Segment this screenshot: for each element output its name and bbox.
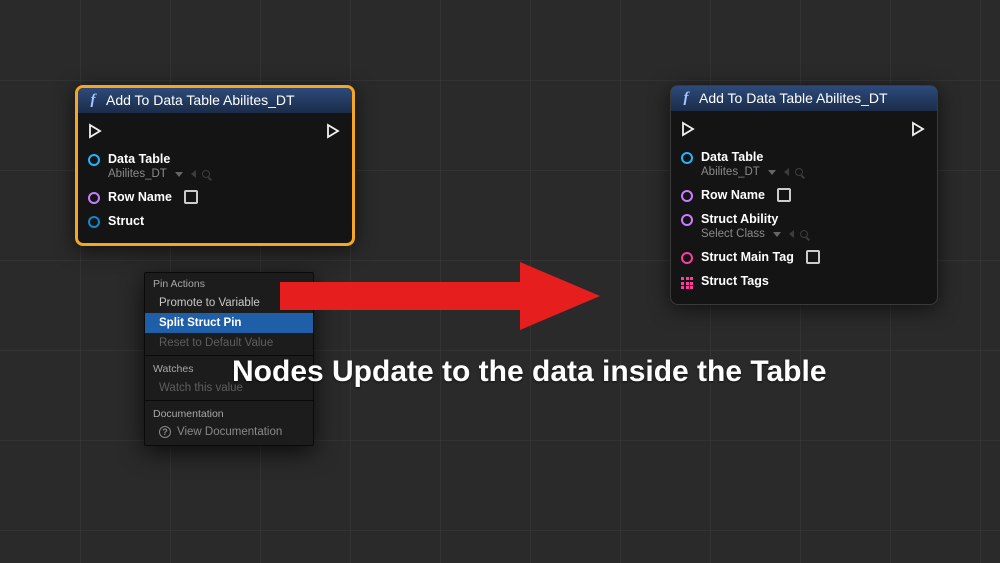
pin-data-table[interactable]: Data Table Abilites_DT [88, 147, 342, 185]
pin-label: Struct [108, 214, 144, 228]
search-icon[interactable] [800, 230, 808, 238]
pin-value[interactable]: Abilites_DT [108, 168, 167, 180]
pin-value[interactable]: Select Class [701, 228, 765, 240]
object-pin-icon [681, 152, 693, 164]
name-pin-icon [681, 190, 693, 202]
container-pin-icon [681, 277, 693, 289]
value-checkbox[interactable] [806, 250, 820, 264]
pin-label: Struct Main Tag [701, 250, 794, 264]
chevron-down-icon[interactable] [175, 172, 183, 177]
exec-out-pin[interactable] [911, 121, 927, 137]
node-title: Add To Data Table Abilites_DT [699, 90, 888, 106]
object-pin-icon [88, 154, 100, 166]
pin-value[interactable]: Abilites_DT [701, 166, 760, 178]
pin-data-table[interactable]: Data Table Abilites_DT [681, 145, 927, 183]
goto-icon[interactable] [191, 170, 196, 178]
pin-label: Struct Ability [701, 212, 808, 226]
chevron-down-icon[interactable] [773, 232, 781, 237]
pin-label: Struct Tags [701, 274, 769, 288]
pin-label: Row Name [108, 190, 172, 204]
pin-struct[interactable]: Struct [88, 209, 342, 233]
exec-out-pin[interactable] [326, 123, 342, 139]
menu-section-title: Documentation [145, 403, 313, 423]
value-checkbox[interactable] [184, 190, 198, 204]
pin-label: Data Table [701, 150, 803, 164]
function-icon: f [86, 93, 100, 107]
menu-item-reset-default: Reset to Default Value [145, 333, 313, 353]
pin-struct-main-tag[interactable]: Struct Main Tag [681, 245, 927, 269]
menu-divider [145, 400, 313, 401]
menu-item-label: View Documentation [177, 426, 282, 438]
annotation-caption: Nodes Update to the data inside the Tabl… [232, 355, 827, 389]
name-pin-icon [88, 192, 100, 204]
struct-pin-icon [88, 216, 100, 228]
exec-in-pin[interactable] [88, 123, 104, 139]
annotation-arrow [280, 262, 600, 330]
node-add-to-data-table-right[interactable]: f Add To Data Table Abilites_DT Data Tab… [670, 85, 938, 305]
node-add-to-data-table-left[interactable]: f Add To Data Table Abilites_DT Data Tab… [75, 85, 355, 246]
value-checkbox[interactable] [777, 188, 791, 202]
search-icon[interactable] [795, 168, 803, 176]
node-title: Add To Data Table Abilites_DT [106, 92, 295, 108]
pin-row-name[interactable]: Row Name [681, 183, 927, 207]
pin-label: Row Name [701, 188, 765, 202]
node-header[interactable]: f Add To Data Table Abilites_DT [671, 86, 937, 111]
chevron-down-icon[interactable] [768, 170, 776, 175]
pin-row-name[interactable]: Row Name [88, 185, 342, 209]
search-icon[interactable] [202, 170, 210, 178]
menu-item-view-documentation[interactable]: ? View Documentation [145, 423, 313, 441]
function-icon: f [679, 91, 693, 105]
goto-icon[interactable] [784, 168, 789, 176]
tag-pin-icon [681, 252, 693, 264]
exec-in-pin[interactable] [681, 121, 697, 137]
pin-label: Data Table [108, 152, 210, 166]
goto-icon[interactable] [789, 230, 794, 238]
pin-struct-tags[interactable]: Struct Tags [681, 269, 927, 294]
class-pin-icon [681, 214, 693, 226]
pin-struct-ability[interactable]: Struct Ability Select Class [681, 207, 927, 245]
help-icon: ? [159, 426, 171, 438]
node-header[interactable]: f Add To Data Table Abilites_DT [78, 88, 352, 113]
